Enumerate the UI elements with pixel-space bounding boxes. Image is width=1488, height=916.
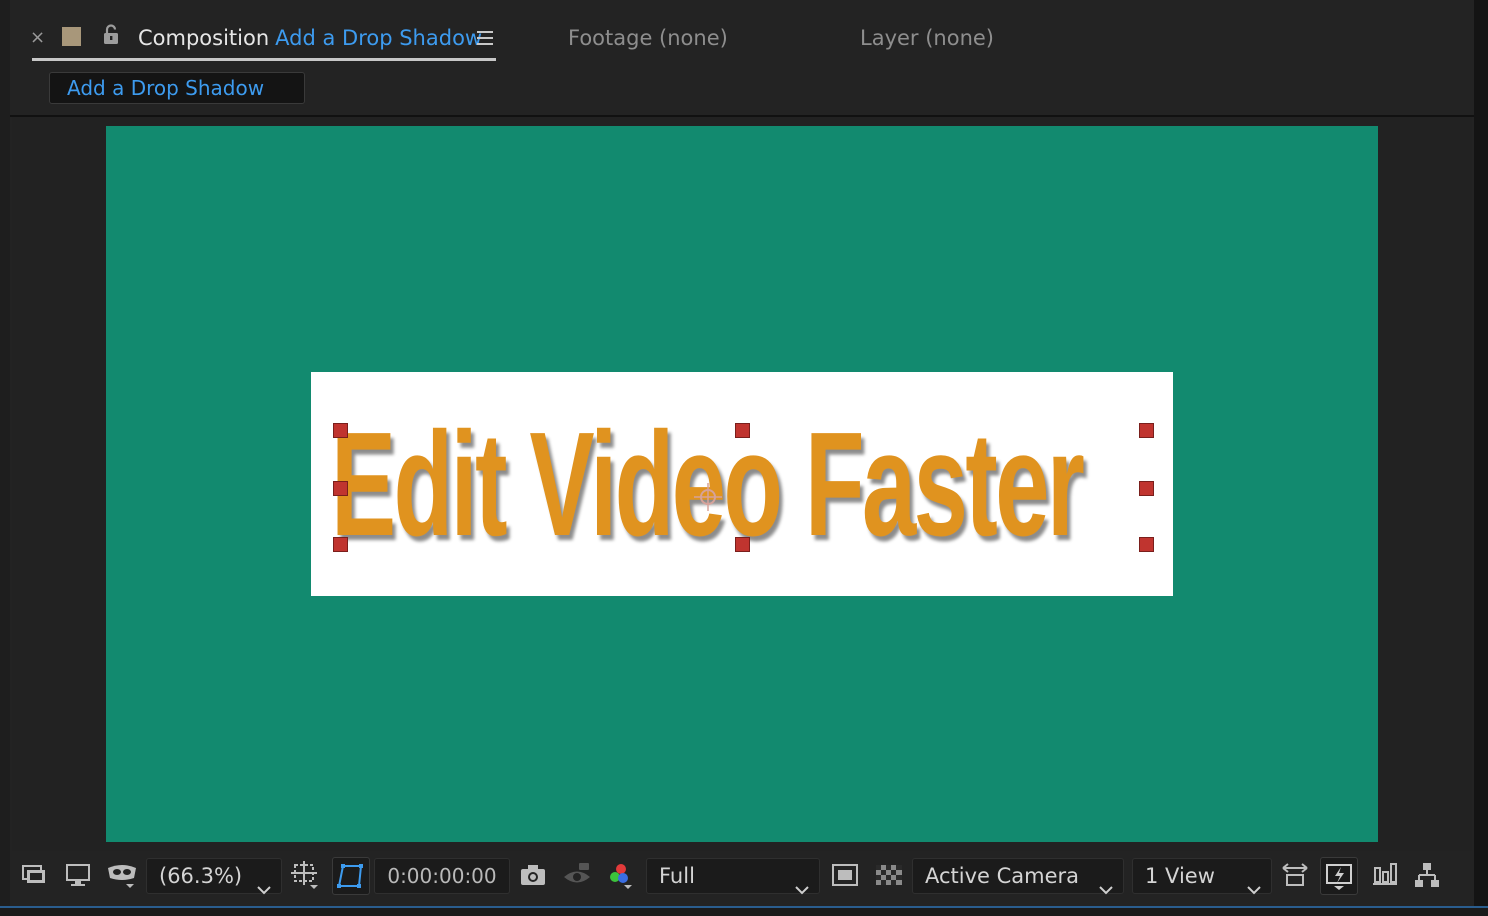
transform-handle-middle-left[interactable]: [333, 481, 348, 496]
composition-navigator-button[interactable]: Add a Drop Shadow: [49, 72, 305, 104]
fast-previews-icon: [1324, 861, 1354, 895]
camera-view-value: Active Camera: [925, 864, 1080, 888]
tab-composition[interactable]: Composition Add a Drop Shadow: [138, 24, 482, 52]
show-snapshot-icon[interactable]: [562, 860, 592, 890]
always-preview-icon[interactable]: [20, 860, 50, 890]
region-of-interest-button[interactable]: [332, 857, 370, 895]
transform-handle-middle-right[interactable]: [1139, 481, 1154, 496]
anchor-point-icon[interactable]: [694, 483, 722, 511]
composition-tab-name: Add a Drop Shadow: [275, 26, 483, 50]
color-channels-icon[interactable]: [606, 860, 636, 890]
chevron-down-icon: [795, 871, 809, 895]
camera-snapshot-icon[interactable]: [518, 860, 548, 890]
resolution-dropdown[interactable]: Full: [646, 858, 820, 895]
fast-previews-button[interactable]: [1320, 857, 1358, 895]
transform-handle-top-center[interactable]: [735, 423, 750, 438]
monitor-icon[interactable]: [64, 860, 94, 890]
right-gutter: [1474, 0, 1488, 916]
close-tab-button[interactable]: ×: [30, 28, 45, 48]
region-of-interest-icon: [336, 861, 366, 895]
chevron-down-icon: [1247, 871, 1261, 895]
chevron-down-icon: [257, 871, 271, 895]
lock-icon[interactable]: [102, 24, 122, 46]
composition-color-swatch[interactable]: [62, 27, 81, 46]
bottom-strip: [0, 908, 1488, 916]
chevron-down-icon: [1099, 871, 1113, 895]
tab-layer[interactable]: Layer (none): [860, 24, 994, 52]
reset-exposure-icon[interactable]: [1280, 860, 1310, 890]
magnification-dropdown[interactable]: (66.3%): [146, 858, 282, 895]
target-region-icon[interactable]: [830, 860, 860, 890]
transform-handle-top-right[interactable]: [1139, 423, 1154, 438]
view-layout-value: 1 View: [1145, 864, 1215, 888]
left-gutter: [0, 0, 10, 916]
flowchart-icon[interactable]: [1412, 860, 1442, 890]
transform-handle-top-left[interactable]: [333, 423, 348, 438]
transform-handle-bottom-left[interactable]: [333, 537, 348, 552]
timeline-icon[interactable]: [1370, 860, 1400, 890]
transform-handle-bottom-right[interactable]: [1139, 537, 1154, 552]
transparency-grid-icon[interactable]: [874, 860, 904, 890]
camera-view-dropdown[interactable]: Active Camera: [912, 858, 1124, 895]
panel-menu-icon[interactable]: [476, 30, 494, 46]
text-layer[interactable]: Edit Video Faster: [331, 410, 1085, 560]
resolution-value: Full: [659, 864, 695, 888]
active-tab-indicator: [32, 58, 496, 61]
grid-icon[interactable]: [290, 860, 320, 890]
transform-handle-bottom-center[interactable]: [735, 537, 750, 552]
tab-footage[interactable]: Footage (none): [568, 24, 728, 52]
composition-tab-label: Composition: [138, 26, 270, 50]
view-layout-dropdown[interactable]: 1 View: [1132, 858, 1272, 895]
mask-icon[interactable]: [106, 860, 140, 890]
current-time-display[interactable]: 0:00:00:00: [374, 858, 510, 894]
panel-tab-bar: × Composition Add a Drop Shadow Footage (…: [10, 10, 1474, 66]
magnification-value: (66.3%): [159, 864, 243, 888]
